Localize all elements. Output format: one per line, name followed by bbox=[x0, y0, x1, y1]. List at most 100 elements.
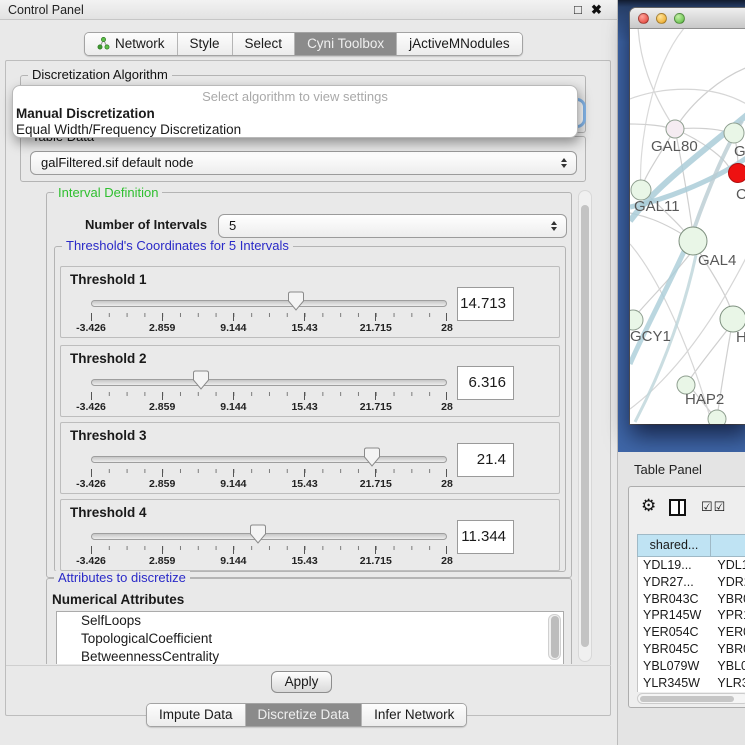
major-ticks bbox=[91, 546, 447, 554]
svg-text:GAL11: GAL11 bbox=[634, 198, 680, 215]
svg-text:GCY1: GCY1 bbox=[630, 328, 671, 345]
spinner-arrows-icon bbox=[551, 215, 557, 237]
column-header-shared[interactable]: shared... bbox=[637, 534, 710, 557]
menu-item-manual-discretization[interactable]: Manual Discretization bbox=[13, 106, 577, 122]
control-panel-titlebar[interactable]: Control Panel □ ✖ bbox=[0, 0, 617, 20]
node-bottom[interactable] bbox=[708, 410, 726, 424]
network-canvas[interactable]: GAL80 G C GAL11 GAL4 GCY1 H HAP2 bbox=[630, 29, 745, 424]
tab-cyni-toolbox[interactable]: Cyni Toolbox bbox=[295, 33, 397, 55]
tick-labels: -3.426 2.859 9.144 15.43 21.715 28 bbox=[91, 322, 447, 335]
scrollbar-thumb[interactable] bbox=[581, 205, 589, 647]
table-row[interactable]: YDL19...YDL1 bbox=[638, 557, 745, 574]
tab-impute-data-label: Impute Data bbox=[159, 707, 233, 722]
scrollbar-thumb[interactable] bbox=[551, 616, 559, 658]
network-window-titlebar[interactable] bbox=[630, 8, 745, 29]
gear-icon[interactable]: ⚙ bbox=[641, 496, 656, 516]
minimize-traffic-light-icon[interactable] bbox=[656, 13, 667, 24]
threshold-1-value-field[interactable]: 14.713 bbox=[457, 287, 514, 321]
node-g[interactable] bbox=[724, 123, 744, 143]
tab-network-label: Network bbox=[115, 36, 165, 51]
table-data-value: galFiltered.sif default node bbox=[41, 155, 193, 170]
combo-spinner-icon bbox=[561, 152, 567, 174]
tick-labels: -3.426 2.859 9.144 15.43 21.715 28 bbox=[91, 401, 447, 414]
threshold-1-panel: Threshold 1 -3.426 2.859 9.144 15.43 21.… bbox=[60, 266, 560, 338]
network-view-window[interactable]: GAL80 G C GAL11 GAL4 GCY1 H HAP2 bbox=[630, 8, 745, 424]
threshold-2-value-field[interactable]: 6.316 bbox=[457, 366, 514, 400]
control-panel: Control Panel □ ✖ Network Style Select C… bbox=[0, 0, 618, 745]
table-row[interactable]: YER054CYER0 bbox=[638, 624, 745, 641]
number-of-intervals-spinner[interactable]: 5 bbox=[218, 214, 567, 238]
apply-button[interactable]: Apply bbox=[271, 671, 332, 693]
table-row[interactable]: YBR045CYBR0 bbox=[638, 641, 745, 658]
tab-select[interactable]: Select bbox=[233, 33, 296, 55]
number-of-intervals-value: 5 bbox=[229, 218, 236, 233]
node-gal11[interactable] bbox=[631, 180, 651, 200]
network-edges bbox=[630, 29, 745, 422]
table-horizontal-scrollbar[interactable] bbox=[637, 693, 745, 704]
desktop-background: GAL80 G C GAL11 GAL4 GCY1 H HAP2 bbox=[618, 0, 745, 452]
tab-style[interactable]: Style bbox=[178, 33, 233, 55]
threshold-2-panel: Threshold 2 -3.426 2.859 9.144 15.43 21.… bbox=[60, 345, 560, 417]
threshold-2-slider-handle[interactable] bbox=[193, 370, 210, 393]
float-window-icon[interactable]: □ bbox=[574, 2, 582, 17]
threshold-1-slider-handle[interactable] bbox=[288, 291, 305, 314]
table-row[interactable]: YBR043CYBR0 bbox=[638, 591, 745, 608]
zoom-traffic-light-icon[interactable] bbox=[674, 13, 685, 24]
select-columns-checkboxes-icon[interactable]: ☑☑ bbox=[701, 499, 726, 515]
table-rows: YDL19...YDL1 YDR27...YDR2 YBR043CYBR0 YP… bbox=[637, 557, 745, 692]
tab-discretize-data[interactable]: Discretize Data bbox=[246, 704, 363, 726]
algorithm-prompt: Select algorithm to view settings bbox=[13, 89, 577, 106]
node-red[interactable] bbox=[729, 164, 745, 183]
table-row[interactable]: YLR345WYLR3 bbox=[638, 675, 745, 692]
close-icon[interactable]: ✖ bbox=[591, 2, 602, 18]
attributes-list-scrollbar[interactable] bbox=[548, 614, 561, 660]
tab-infer-network-label: Infer Network bbox=[374, 707, 454, 722]
list-item[interactable]: BetweennessCentrality bbox=[57, 648, 563, 664]
network-icon bbox=[97, 37, 110, 50]
tick-labels: -3.426 2.859 9.144 15.43 21.715 28 bbox=[91, 555, 447, 568]
numerical-attributes-label: Numerical Attributes bbox=[52, 592, 184, 607]
svg-text:C: C bbox=[736, 186, 745, 203]
column-header-name[interactable]: na bbox=[710, 534, 745, 557]
scrollbar-thumb[interactable] bbox=[640, 696, 734, 702]
table-row[interactable]: YDR27...YDR2 bbox=[638, 574, 745, 591]
tab-infer-network[interactable]: Infer Network bbox=[362, 704, 466, 726]
menu-item-equal-width-frequency[interactable]: Equal Width/Frequency Discretization bbox=[13, 122, 577, 138]
node-gal80[interactable] bbox=[666, 120, 684, 138]
threshold-3-slider-handle[interactable] bbox=[364, 447, 381, 470]
tab-select-label: Select bbox=[245, 36, 283, 51]
tab-jactivemnodules-label: jActiveMNodules bbox=[409, 36, 510, 51]
settings-scrollbar[interactable] bbox=[578, 190, 592, 662]
threshold-4-panel: Threshold 4 -3.426 2.859 9.144 15.43 21.… bbox=[60, 499, 560, 571]
threshold-3-value-field[interactable]: 21.4 bbox=[457, 443, 514, 477]
node-gcy1[interactable] bbox=[630, 310, 643, 330]
table-row[interactable]: YBL079WYBL0 bbox=[638, 658, 745, 675]
split-columns-icon[interactable] bbox=[669, 499, 686, 516]
tab-jactivemnodules[interactable]: jActiveMNodules bbox=[397, 33, 522, 55]
settings-scroll-viewport: Interval Definition Number of Intervals … bbox=[12, 186, 578, 664]
svg-text:GAL4: GAL4 bbox=[698, 252, 736, 269]
threshold-4-value-field[interactable]: 11.344 bbox=[457, 520, 514, 554]
major-ticks bbox=[91, 313, 447, 321]
list-item[interactable]: TopologicalCoefficient bbox=[57, 630, 563, 648]
tab-cyni-toolbox-label: Cyni Toolbox bbox=[307, 36, 384, 51]
numerical-attributes-list: SelfLoops TopologicalCoefficient Between… bbox=[56, 611, 564, 664]
close-traffic-light-icon[interactable] bbox=[638, 13, 649, 24]
table-panel-title: Table Panel bbox=[634, 462, 702, 477]
tab-network[interactable]: Network bbox=[85, 33, 178, 55]
threshold-4-slider-handle[interactable] bbox=[250, 524, 267, 547]
node-gal4[interactable] bbox=[679, 227, 707, 255]
table-row[interactable]: YIL052CYIL0 bbox=[638, 691, 745, 692]
discretization-algorithm-title: Discretization Algorithm bbox=[28, 68, 172, 81]
table-row[interactable]: YPR145WYPR1 bbox=[638, 607, 745, 624]
list-item[interactable]: SelfLoops bbox=[57, 612, 563, 630]
tab-impute-data[interactable]: Impute Data bbox=[147, 704, 246, 726]
panel-title: Control Panel bbox=[8, 3, 84, 17]
table-data-combobox[interactable]: galFiltered.sif default node bbox=[30, 151, 577, 175]
svg-text:G: G bbox=[734, 143, 745, 160]
network-labels: GAL80 G C GAL11 GAL4 GCY1 H HAP2 bbox=[630, 138, 745, 408]
tab-style-label: Style bbox=[190, 36, 220, 51]
top-tab-bar: Network Style Select Cyni Toolbox jActiv… bbox=[84, 32, 523, 56]
thresholds-title: Threshold's Coordinates for 5 Intervals bbox=[62, 239, 293, 252]
number-of-intervals-label: Number of Intervals bbox=[85, 217, 207, 232]
